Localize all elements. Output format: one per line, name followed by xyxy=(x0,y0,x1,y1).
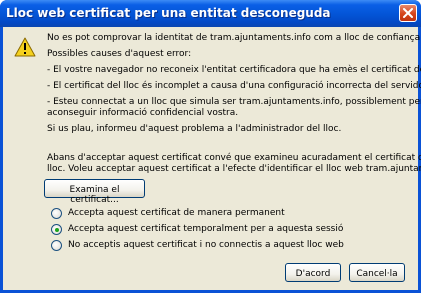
ok-label: D'acord xyxy=(295,269,331,279)
title-bar[interactable]: Lloc web certificat per una entitat desc… xyxy=(0,0,421,27)
dialog-window: Lloc web certificat per una entitat desc… xyxy=(0,0,421,293)
cause-item: - Esteu connectat a un lloc que simula s… xyxy=(47,97,421,107)
cause-item: - El certificat del lloc és incomplet a … xyxy=(47,81,421,91)
report-message: Si us plau, informeu d'aquest problema a… xyxy=(47,124,342,134)
identity-message: No es pot comprovar la identitat de tram… xyxy=(47,33,421,43)
radio-label: No acceptis aquest certificat i no conne… xyxy=(68,240,344,250)
window-title: Lloc web certificat per una entitat desc… xyxy=(6,6,331,20)
cause-item-continued: aconseguir informació confidencial vostr… xyxy=(47,108,239,118)
ok-button[interactable]: D'acord xyxy=(285,263,341,282)
examine-certificate-button[interactable]: Examina el certificat... xyxy=(44,179,145,205)
radio-selected-dot xyxy=(54,227,59,232)
radio-button[interactable] xyxy=(51,240,62,251)
advice-message-continued: lloc. Voleu acceptar aquest certificat a… xyxy=(47,164,421,174)
causes-heading: Possibles causes d'aquest error: xyxy=(47,49,192,59)
advice-message: Abans d'acceptar aquest certificat convé… xyxy=(47,153,421,163)
cancel-button[interactable]: Cancel·la xyxy=(349,263,405,282)
radio-button[interactable] xyxy=(51,224,62,235)
cancel-label: Cancel·la xyxy=(356,269,398,279)
cause-item: - El vostre navegador no reconeix l'enti… xyxy=(47,65,421,75)
warning-icon xyxy=(14,37,36,57)
dialog-body: No es pot comprovar la identitat de tram… xyxy=(3,27,421,290)
radio-label: Accepta aquest certificat temporalment p… xyxy=(68,224,344,234)
examine-certificate-label: Examina el certificat... xyxy=(69,185,120,205)
close-button[interactable] xyxy=(399,4,417,22)
close-icon xyxy=(403,8,413,18)
radio-label: Accepta aquest certificat de manera perm… xyxy=(68,208,285,218)
radio-button[interactable] xyxy=(51,208,62,219)
